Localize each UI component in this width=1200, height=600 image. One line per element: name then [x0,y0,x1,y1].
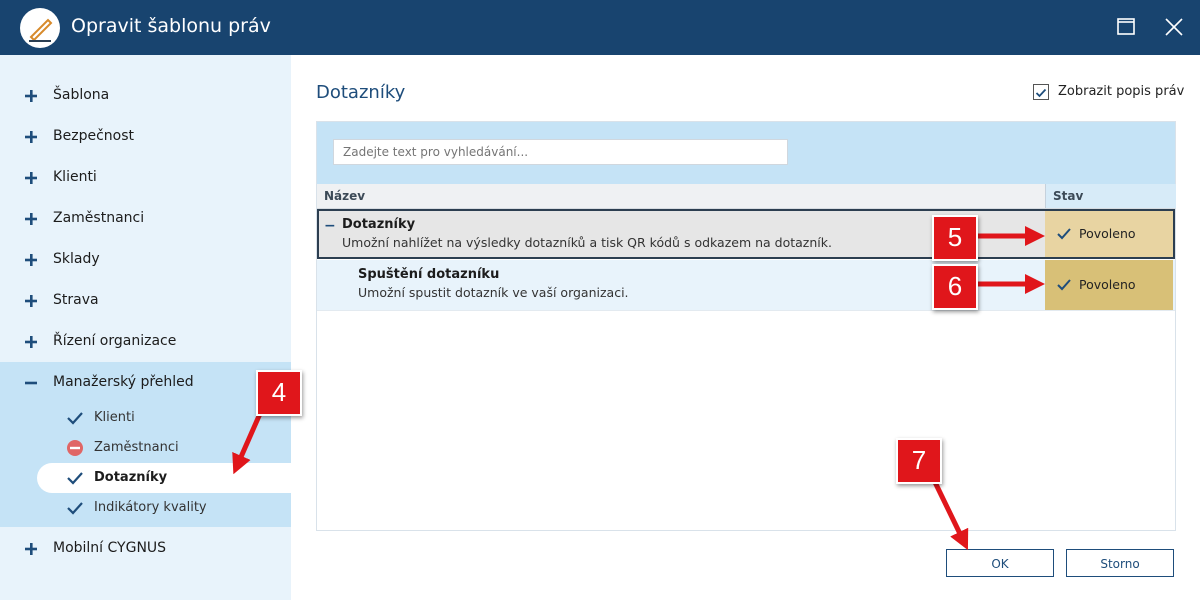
check-icon [67,412,83,425]
row-title: Dotazníky [342,217,416,232]
column-header-state[interactable]: Stav [1045,184,1176,208]
check-icon [67,502,83,515]
sidebar-subitem-label: Klienti [94,410,135,425]
sidebar-subitem-label: Indikátory kvality [94,500,207,515]
plus-icon [25,295,37,307]
sidebar-subitem-indikatory-kvality[interactable]: Indikátory kvality [37,493,291,523]
sidebar-item-mobilni-cygnus[interactable]: Mobilní CYGNUS [0,529,291,569]
search-bar [317,122,1175,184]
sidebar-item-zamestnanci[interactable]: Zaměstnanci [0,199,291,239]
sidebar-subitem-zamestnanci[interactable]: Zaměstnanci [37,433,291,463]
collapse-toggle[interactable]: − [324,218,336,234]
plus-icon [25,90,37,102]
cancel-button[interactable]: Storno [1066,549,1174,577]
sidebar-item-klienti[interactable]: Klienti [0,158,291,198]
sidebar-item-label: Strava [53,292,99,308]
table-row[interactable]: − Dotazníky Umožní nahlížet na výsledky … [317,209,1175,259]
ok-button[interactable]: OK [946,549,1054,577]
state-label: Povoleno [1079,226,1136,241]
sidebar-item-label: Klienti [53,169,97,185]
sidebar-item-label: Zaměstnanci [53,210,145,226]
minus-icon [25,381,37,385]
sidebar-item-strava[interactable]: Strava [0,281,291,321]
maximize-icon[interactable] [1113,14,1139,40]
sidebar-subitem-label: Zaměstnanci [94,440,179,455]
plus-icon [25,336,37,348]
plus-icon [25,254,37,266]
annotation-badge-5: 5 [932,215,978,261]
show-description-label: Zobrazit popis práv [1058,84,1185,99]
plus-icon [25,172,37,184]
main-content: Dotazníky Zobrazit popis práv Název Stav… [291,55,1200,600]
sidebar-subitem-dotazniky[interactable]: Dotazníky [37,463,291,493]
sidebar-item-sklady[interactable]: Sklady [0,240,291,280]
annotation-badge-4: 4 [256,370,302,416]
column-header-name[interactable]: Název [324,189,365,203]
row-description: Umožní nahlížet na výsledky dotazníků a … [342,235,832,250]
sidebar-subitem-label: Dotazníky [94,470,168,485]
page-title: Dotazníky [316,82,406,103]
annotation-badge-6: 6 [932,264,978,310]
permissions-panel: Název Stav − Dotazníky Umožní nahlížet n… [316,121,1176,531]
search-input[interactable] [333,139,788,165]
pencil-icon [20,8,60,48]
check-icon [1057,279,1071,291]
check-icon [1035,88,1047,98]
state-label: Povoleno [1079,277,1136,292]
sidebar-item-manazersky-prehled[interactable]: Manažerský přehled [0,363,291,403]
plus-icon [25,131,37,143]
sidebar-item-bezpecnost[interactable]: Bezpečnost [0,117,291,157]
close-icon[interactable] [1161,14,1187,40]
window-title: Opravit šablonu práv [71,15,271,37]
check-icon [67,472,83,485]
row-title: Spuštění dotazníku [358,267,500,282]
sidebar: Šablona Bezpečnost Klienti Zaměstnanci S… [0,55,291,600]
column-header-state-label: Stav [1053,189,1084,203]
annotation-badge-7: 7 [896,438,942,484]
sidebar-item-rizeni-organizace[interactable]: Řízení organizace [0,322,291,362]
plus-icon [25,543,37,555]
check-icon [1057,228,1071,240]
title-bar: Opravit šablonu práv [0,0,1200,55]
sidebar-item-label: Bezpečnost [53,128,134,144]
sidebar-subitem-klienti[interactable]: Klienti [37,403,291,433]
dialog-window: Opravit šablonu práv Šablona Bezpečnost … [0,0,1200,600]
row-description: Umožní spustit dotazník ve vaší organiza… [358,285,629,300]
state-cell[interactable]: Povoleno [1045,260,1173,310]
sidebar-item-label: Řízení organizace [53,333,177,349]
sidebar-item-label: Manažerský přehled [53,374,194,390]
table-row[interactable]: Spuštění dotazníku Umožní spustit dotazn… [317,260,1175,311]
plus-icon [25,213,37,225]
state-cell[interactable]: Povoleno [1045,211,1173,257]
sidebar-item-label: Mobilní CYGNUS [53,540,167,556]
sidebar-item-sablona[interactable]: Šablona [0,76,291,116]
grid-header: Název Stav [317,184,1176,209]
checkbox-checked[interactable] [1033,84,1049,100]
no-entry-icon [67,440,83,456]
sidebar-item-label: Šablona [53,87,110,103]
sidebar-item-label: Sklady [53,251,100,267]
